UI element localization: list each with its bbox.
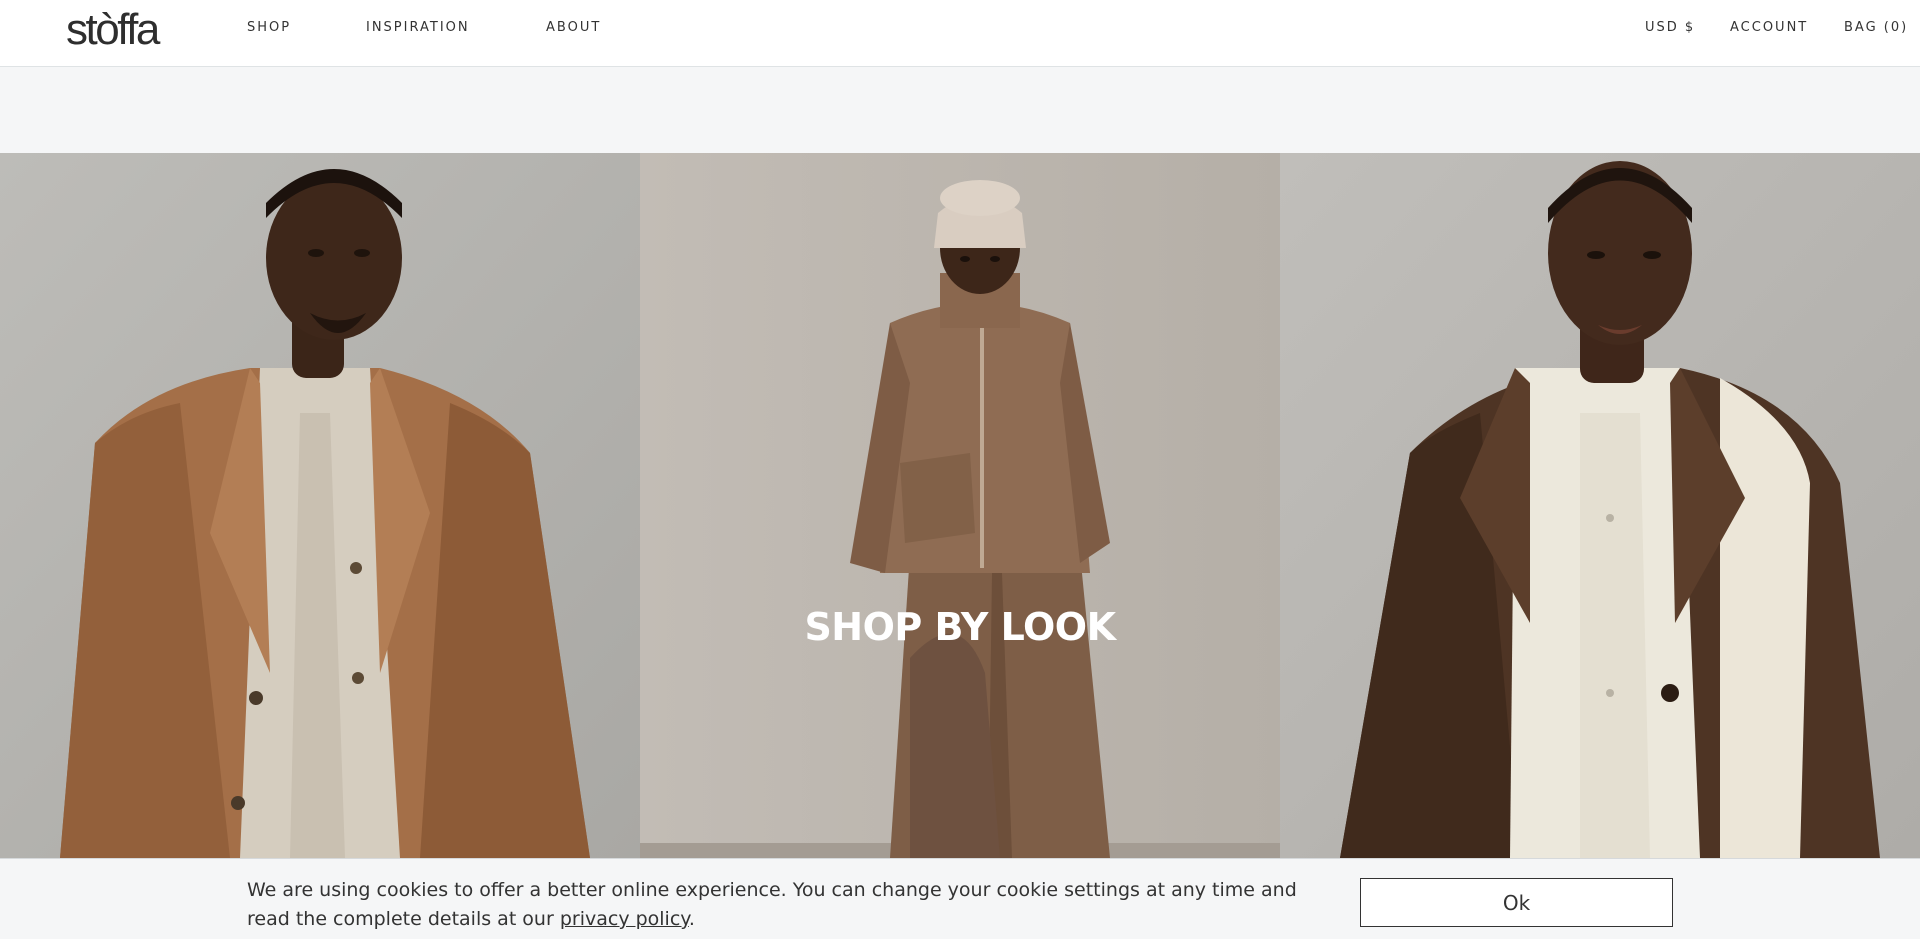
look-image-2[interactable] bbox=[640, 153, 1280, 858]
cookie-consent-bar: We are using cookies to offer a better o… bbox=[0, 858, 1920, 939]
cookie-message: We are using cookies to offer a better o… bbox=[247, 876, 1307, 934]
currency-selector[interactable]: USD $ bbox=[1645, 20, 1695, 36]
look-image-1[interactable] bbox=[0, 153, 640, 858]
privacy-policy-link[interactable]: privacy policy bbox=[560, 908, 689, 930]
nav-inspiration[interactable]: INSPIRATION bbox=[366, 20, 470, 36]
shop-by-look-hero[interactable]: SHOP BY LOOK bbox=[0, 153, 1920, 858]
nav-account[interactable]: ACCOUNT bbox=[1730, 20, 1808, 36]
cookie-text: We are using cookies to offer a better o… bbox=[247, 879, 1297, 930]
site-header: stòffa SHOP INSPIRATION ABOUT USD $ ACCO… bbox=[0, 0, 1920, 67]
look-image-3[interactable] bbox=[1280, 153, 1920, 858]
hero-top-band bbox=[0, 67, 1920, 153]
nav-about[interactable]: ABOUT bbox=[546, 20, 601, 36]
nav-bag[interactable]: BAG (0) bbox=[1844, 20, 1908, 36]
hero-title[interactable]: SHOP BY LOOK bbox=[0, 605, 1920, 649]
main-nav: SHOP INSPIRATION ABOUT USD $ ACCOUNT BAG… bbox=[0, 0, 1920, 55]
nav-shop[interactable]: SHOP bbox=[247, 20, 291, 36]
cookie-text-end: . bbox=[688, 908, 695, 930]
cookie-ok-button[interactable]: Ok bbox=[1360, 878, 1673, 927]
